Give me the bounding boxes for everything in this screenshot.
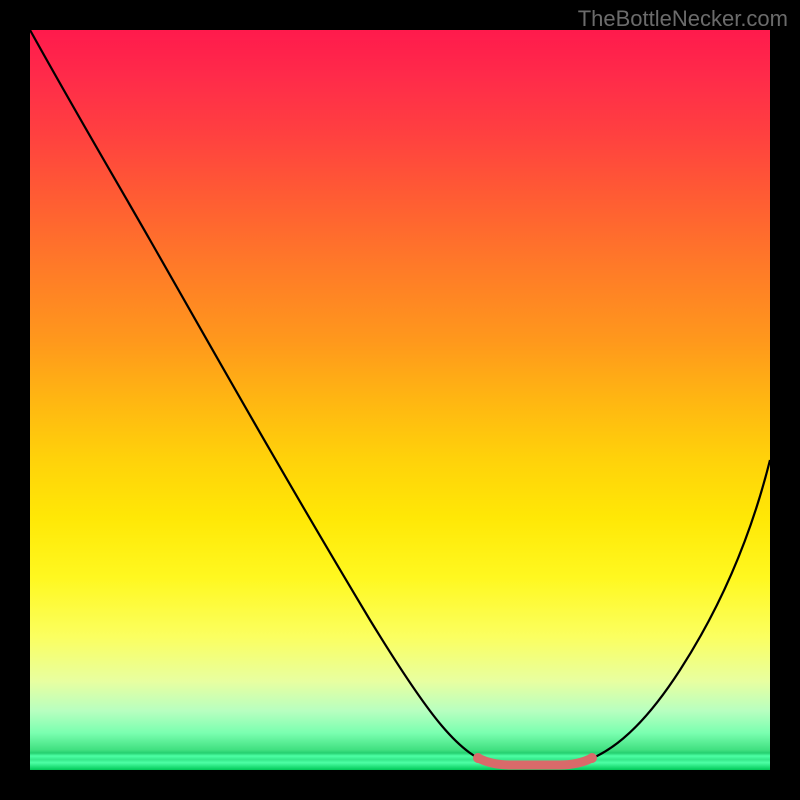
watermark-text: TheBottleNecker.com	[578, 6, 788, 32]
highlight-dot-right	[587, 753, 597, 763]
highlight-dot-left	[473, 753, 483, 763]
plot-area	[30, 30, 770, 770]
optimal-range-highlight	[478, 758, 592, 765]
bottleneck-curve-line	[30, 30, 770, 765]
curve-svg	[30, 30, 770, 770]
frame-right	[770, 0, 800, 800]
frame-bottom	[0, 770, 800, 800]
frame-left	[0, 0, 30, 800]
